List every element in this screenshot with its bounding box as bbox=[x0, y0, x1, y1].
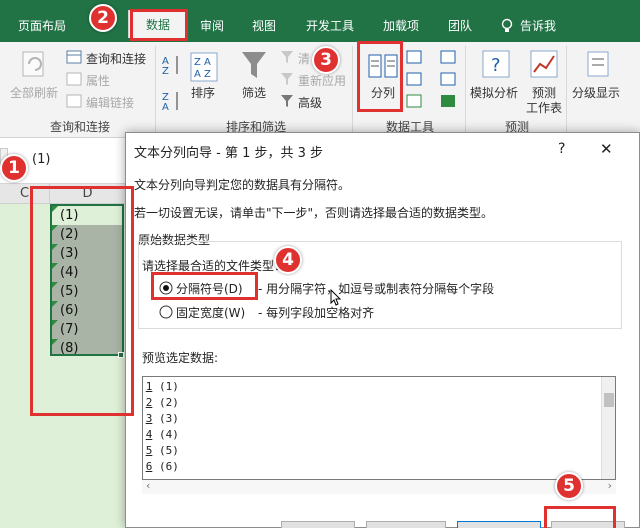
preview-row-value: (6) bbox=[159, 460, 179, 473]
advanced-filter-icon bbox=[281, 95, 293, 107]
radio-fixed-width[interactable] bbox=[159, 305, 173, 319]
step-badge-3: 3 bbox=[312, 46, 340, 74]
mouse-cursor-icon bbox=[330, 289, 342, 306]
refresh-all-button[interactable]: 全部刷新 bbox=[10, 84, 58, 101]
reapply-button[interactable]: 重新应用 bbox=[298, 72, 346, 89]
step-badge-1: 1 bbox=[0, 154, 28, 182]
close-button[interactable]: ✕ bbox=[600, 140, 613, 158]
filter-button[interactable]: 筛选 bbox=[242, 84, 266, 101]
svg-text:?: ? bbox=[491, 55, 501, 76]
tab-review[interactable]: 审阅 bbox=[196, 12, 228, 40]
ribbon-separator bbox=[566, 46, 567, 134]
remove-duplicates-icon[interactable] bbox=[406, 72, 422, 86]
reapply-icon bbox=[281, 73, 293, 85]
refresh-all-icon bbox=[22, 51, 44, 77]
highlight-delimited-option bbox=[151, 272, 258, 300]
consolidate-icon[interactable] bbox=[440, 50, 456, 64]
text-import-wizard-dialog: 文本分列向导 - 第 1 步，共 3 步 ? ✕ 文本分列向导判定您的数据具有分… bbox=[125, 132, 640, 528]
outline-button[interactable]: 分级显示 bbox=[572, 84, 620, 101]
scroll-right-icon[interactable]: › bbox=[608, 479, 612, 492]
dialog-description: 文本分列向导判定您的数据具有分隔符。 bbox=[134, 178, 351, 192]
tab-team[interactable]: 团队 bbox=[444, 12, 476, 40]
filter-icon bbox=[242, 52, 266, 78]
preview-row-value: (1) bbox=[159, 380, 179, 393]
svg-text:Z A: Z A bbox=[194, 57, 211, 68]
preview-row-number: 2 bbox=[145, 396, 153, 409]
edit-links-button[interactable]: 编辑链接 bbox=[86, 94, 134, 111]
preview-row-value: (2) bbox=[159, 396, 179, 409]
highlight-data-tab bbox=[130, 9, 188, 41]
preview-label: 预览选定数据: bbox=[142, 351, 219, 365]
data-validation-icon[interactable] bbox=[406, 94, 422, 108]
advanced-button[interactable]: 高级 bbox=[298, 94, 322, 111]
preview-row-value: (3) bbox=[159, 412, 179, 425]
relationships-icon[interactable] bbox=[440, 72, 456, 86]
preview-vertical-scrollbar[interactable] bbox=[601, 377, 615, 479]
preview-row-value: (4) bbox=[159, 428, 179, 441]
sort-button[interactable]: 排序 bbox=[191, 84, 215, 101]
scroll-left-icon[interactable]: ‹ bbox=[146, 479, 150, 492]
sort-icon: Z A A Z bbox=[190, 52, 218, 82]
step-badge-4: 4 bbox=[274, 246, 302, 274]
help-button[interactable]: ? bbox=[558, 141, 565, 157]
option-fixed-label[interactable]: 固定宽度(W) bbox=[176, 304, 245, 321]
preview-row-number: 4 bbox=[145, 428, 153, 441]
preview-row-number: 3 bbox=[145, 412, 153, 425]
preview-row-number: 1 bbox=[145, 380, 153, 393]
edit-links-icon bbox=[66, 94, 82, 108]
clear-filter-icon bbox=[281, 51, 293, 63]
dialog-instruction: 若一切设置无误，请单击"下一步"，否则请选择最合适的数据类型。 bbox=[134, 206, 494, 220]
tab-tell-me[interactable]: 告诉我 bbox=[520, 12, 576, 40]
queries-icon bbox=[66, 50, 82, 64]
option-delimited-description: - 用分隔字符，如逗号或制表符分隔每个字段 bbox=[258, 282, 495, 296]
dialog-title: 文本分列向导 - 第 1 步，共 3 步 bbox=[134, 146, 324, 161]
highlight-next-button bbox=[544, 506, 616, 528]
tab-page-layout[interactable]: 页面布局 bbox=[14, 12, 70, 40]
properties-button[interactable]: 属性 bbox=[86, 72, 110, 89]
tab-developer[interactable]: 开发工具 bbox=[302, 12, 358, 40]
preview-row-value: (5) bbox=[159, 444, 179, 457]
sort-az-icon[interactable]: A Z bbox=[162, 54, 182, 76]
clear-button[interactable]: 清 bbox=[298, 50, 310, 67]
sort-za-icon[interactable]: Z A bbox=[162, 90, 182, 112]
scrollbar-thumb[interactable] bbox=[604, 393, 614, 407]
group-label-query: 查询和连接 bbox=[50, 120, 111, 134]
ribbon-separator bbox=[155, 46, 156, 134]
formula-input[interactable]: (1) bbox=[32, 152, 50, 167]
flash-fill-icon[interactable] bbox=[406, 50, 422, 64]
data-preview-box[interactable]: 1 (1) 2 (2) 3 (3) 4 (4) 5 (5) 6 (6) bbox=[142, 376, 616, 480]
preview-horizontal-scrollbar[interactable]: ‹ › bbox=[142, 479, 616, 494]
forecast-sheet-button-line2: 工作表 bbox=[526, 101, 563, 115]
option-fixed-description: - 每列字段加空格对齐 bbox=[258, 306, 375, 320]
highlight-text-to-columns bbox=[357, 41, 403, 112]
lightbulb-icon bbox=[501, 18, 513, 32]
svg-text:Z: Z bbox=[162, 66, 169, 76]
step-badge-5: 5 bbox=[555, 472, 583, 500]
ribbon-separator bbox=[352, 46, 353, 134]
preview-row-number: 5 bbox=[145, 444, 153, 457]
preview-row-number: 6 bbox=[145, 460, 153, 473]
step-badge-2: 2 bbox=[89, 4, 117, 32]
outline-icon bbox=[587, 51, 609, 77]
back-button[interactable] bbox=[366, 521, 446, 528]
forecast-sheet-icon bbox=[530, 50, 558, 78]
svg-text:A: A bbox=[162, 102, 169, 112]
svg-text:A Z: A Z bbox=[194, 69, 211, 80]
queries-connections-button[interactable]: 查询和连接 bbox=[86, 50, 146, 67]
highlight-selection bbox=[30, 186, 134, 416]
tab-view[interactable]: 视图 bbox=[248, 12, 280, 40]
manage-data-model-icon[interactable] bbox=[440, 94, 456, 108]
ribbon-separator bbox=[465, 46, 466, 134]
properties-icon bbox=[66, 72, 82, 86]
what-if-analysis-button[interactable]: 模拟分析 bbox=[470, 84, 518, 101]
cancel-button[interactable] bbox=[281, 521, 355, 528]
what-if-analysis-icon: ? bbox=[482, 50, 510, 78]
tab-addins[interactable]: 加载项 bbox=[378, 12, 424, 40]
next-button[interactable] bbox=[457, 521, 541, 528]
